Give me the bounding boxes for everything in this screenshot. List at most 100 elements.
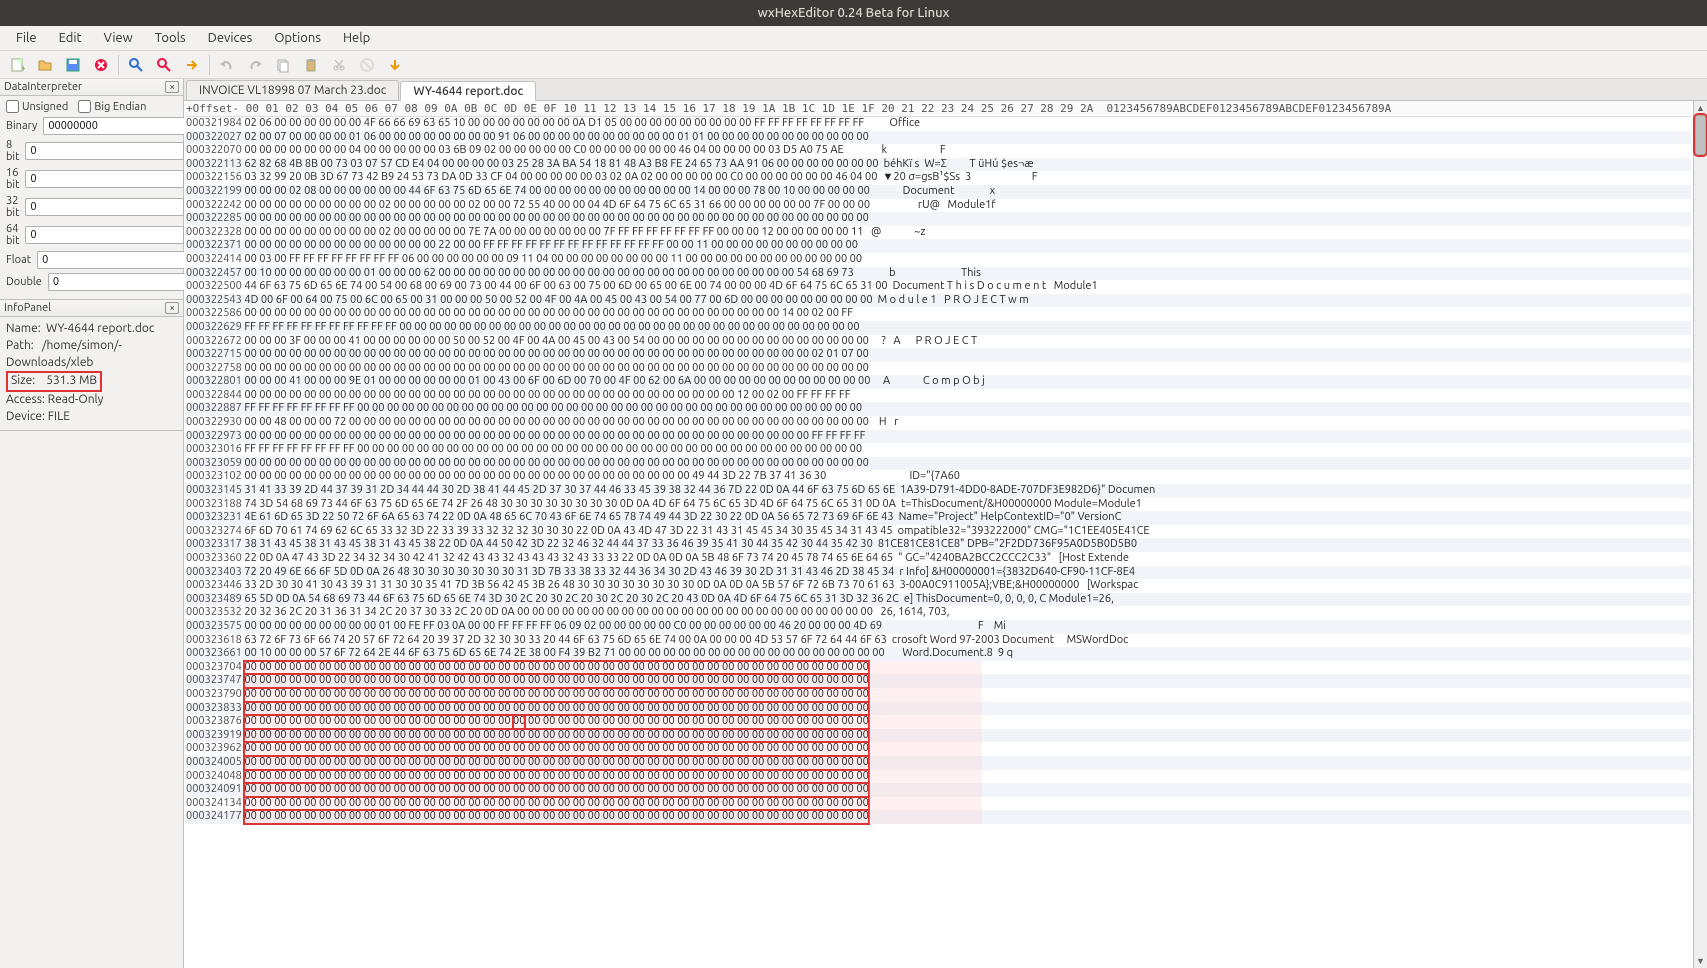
hex-row[interactable]: 000322844 00 00 00 00 00 00 00 00 00 00 … <box>186 389 1691 403</box>
unsigned-checkbox-label[interactable]: Unsigned <box>6 100 68 113</box>
close-file-button[interactable] <box>88 53 114 77</box>
hex-bytes[interactable]: 00 00 00 00 00 00 00 00 00 00 00 00 00 2… <box>244 239 858 253</box>
ascii[interactable] <box>851 389 964 403</box>
hex-bytes[interactable]: 00 00 00 00 00 00 00 00 00 00 00 00 00 0… <box>244 362 868 376</box>
hex-row[interactable]: 000323016 FF FF FF FF FF FF FF FF 00 00 … <box>186 443 1691 457</box>
hex-row[interactable]: 000322758 00 00 00 00 00 00 00 00 00 00 … <box>186 362 1691 376</box>
hex-bytes[interactable]: 00 00 00 00 00 00 00 00 00 00 00 00 00 0… <box>244 307 853 321</box>
hex-bytes[interactable]: 20 32 36 2C 20 31 36 31 34 2C 20 37 30 3… <box>244 606 873 620</box>
hex-row[interactable]: 000323919 00 00 00 00 00 00 00 00 00 00 … <box>186 729 1691 743</box>
ascii[interactable] <box>858 239 971 253</box>
di-input-32bit[interactable] <box>25 198 184 216</box>
hex-bytes[interactable]: 00 00 00 00 00 00 00 00 00 00 00 00 00 0… <box>244 688 868 702</box>
hex-bytes[interactable]: 38 31 43 45 38 31 43 45 38 31 43 45 38 2… <box>244 538 872 552</box>
hex-row[interactable]: 000322629 FF FF FF FF FF FF FF FF FF FF … <box>186 321 1691 335</box>
hex-bytes[interactable]: FF FF FF FF FF FF FF FF 00 00 00 00 00 0… <box>244 402 862 416</box>
hex-row[interactable]: 000322414 00 03 00 FF FF FF FF FF FF FF … <box>186 253 1691 267</box>
cut-button[interactable] <box>326 53 352 77</box>
di-input-8bit[interactable] <box>25 142 184 160</box>
hex-grid[interactable]: 000321984 02 06 00 00 00 00 00 00 4F 66 … <box>186 117 1691 824</box>
ascii[interactable] <box>860 321 973 335</box>
ascii[interactable] <box>869 756 982 770</box>
hex-bytes[interactable]: 31 41 33 39 2D 44 37 39 31 2D 34 44 44 3… <box>244 484 895 498</box>
hex-row[interactable]: 000322887 FF FF FF FF FF FF FF FF 00 00 … <box>186 402 1691 416</box>
ascii[interactable] <box>865 430 978 444</box>
big-endian-checkbox[interactable] <box>78 100 91 113</box>
hex-row[interactable]: 000324177 00 00 00 00 00 00 00 00 00 00 … <box>186 810 1691 824</box>
save-file-button[interactable] <box>60 53 86 77</box>
goto-button[interactable] <box>179 53 205 77</box>
ascii[interactable]: k F <box>844 144 964 158</box>
ascii[interactable]: e] ThisDocument=0, 0, 0, 0, C Module1=26… <box>899 593 1114 607</box>
hex-bytes[interactable]: 00 00 00 00 00 00 00 00 00 02 00 00 00 0… <box>244 199 870 213</box>
vertical-scrollbar[interactable]: ▲ ▼ <box>1693 101 1707 968</box>
menu-options[interactable]: Options <box>264 28 331 48</box>
copy-button[interactable] <box>270 53 296 77</box>
hex-bytes[interactable]: 4D 00 6F 00 64 00 75 00 6C 00 65 00 31 0… <box>244 294 872 308</box>
hex-bytes[interactable]: 62 82 68 4B 8B 00 73 03 07 57 CD E4 04 0… <box>244 158 878 172</box>
hex-bytes[interactable]: 00 00 00 00 00 00 00 00 00 00 00 00 00 0… <box>244 783 868 797</box>
hex-row[interactable]: 000323618 63 72 6F 73 6F 66 74 20 57 6F … <box>186 634 1691 648</box>
hex-row[interactable]: 000323102 00 00 00 00 00 00 00 00 00 00 … <box>186 470 1691 484</box>
menu-file[interactable]: File <box>6 28 47 48</box>
di-input-binary[interactable] <box>43 117 202 135</box>
hex-bytes[interactable]: 00 00 00 00 00 00 00 00 00 00 00 00 00 0… <box>244 470 826 484</box>
menu-edit[interactable]: Edit <box>49 28 92 48</box>
di-input-16bit[interactable] <box>25 170 184 188</box>
hex-row[interactable]: 000322027 02 00 07 00 00 00 00 01 06 00 … <box>186 131 1691 145</box>
hex-bytes[interactable]: FF FF FF FF FF FF FF FF 00 00 00 00 00 0… <box>244 443 862 457</box>
ascii[interactable] <box>862 443 975 457</box>
scroll-thumb[interactable] <box>1695 115 1706 155</box>
hex-bytes[interactable]: 33 2D 30 30 41 30 43 39 31 31 30 30 35 4… <box>244 579 894 593</box>
hex-bytes[interactable]: 00 00 00 00 00 00 00 00 00 00 00 00 00 0… <box>244 729 868 743</box>
hex-bytes[interactable]: 65 5D 0D 0A 54 68 69 73 44 6F 63 75 6D 6… <box>244 593 899 607</box>
ascii[interactable] <box>869 797 982 811</box>
ascii[interactable] <box>869 742 982 756</box>
hex-row[interactable]: 000323833 00 00 00 00 00 00 00 00 00 00 … <box>186 702 1691 716</box>
hex-row[interactable]: 000323661 00 10 00 00 00 57 6F 72 64 2E … <box>186 647 1691 661</box>
ascii[interactable] <box>869 661 982 675</box>
hex-row[interactable]: 000323790 00 00 00 00 00 00 00 00 00 00 … <box>186 688 1691 702</box>
insert-button[interactable] <box>382 53 408 77</box>
hex-row[interactable]: 000322500 44 6F 63 75 6D 65 6E 74 00 54 … <box>186 280 1691 294</box>
hex-bytes[interactable]: 00 00 00 02 08 00 00 00 00 00 00 44 6F 6… <box>244 185 870 199</box>
hex-row[interactable]: 000322672 00 00 00 3F 00 00 00 41 00 00 … <box>186 335 1691 349</box>
unsigned-checkbox[interactable] <box>6 100 19 113</box>
hex-row[interactable]: 000323317 38 31 43 45 38 31 43 45 38 31 … <box>186 538 1691 552</box>
file-tab[interactable]: INVOICE VL18998 07 March 23.doc <box>186 80 399 100</box>
hex-bytes[interactable]: 00 00 00 00 00 00 00 00 00 00 00 00 00 0… <box>244 457 868 471</box>
file-tab[interactable]: WY-4644 report.doc <box>400 81 536 101</box>
hex-bytes[interactable]: 00 00 00 00 00 00 00 00 00 00 00 00 00 0… <box>244 430 865 444</box>
hex-bytes[interactable]: 00 00 00 00 00 00 00 00 00 00 00 00 00 0… <box>244 742 868 756</box>
ascii[interactable] <box>869 212 982 226</box>
hex-bytes[interactable]: 00 00 00 00 00 00 00 00 00 00 00 00 00 0… <box>244 702 868 716</box>
hex-bytes[interactable]: 00 00 00 3F 00 00 00 41 00 00 00 00 00 0… <box>244 335 869 349</box>
di-input-64bit[interactable] <box>25 226 184 244</box>
hex-row[interactable]: 000324005 00 00 00 00 00 00 00 00 00 00 … <box>186 756 1691 770</box>
hex-bytes[interactable]: 44 6F 63 75 6D 65 6E 74 00 54 00 68 00 6… <box>244 280 887 294</box>
ascii[interactable]: H r <box>869 416 989 430</box>
hex-row[interactable]: 000324091 00 00 00 00 00 00 00 00 00 00 … <box>186 783 1691 797</box>
hex-bytes[interactable]: 00 00 00 00 00 00 00 00 00 00 00 00 00 0… <box>244 715 868 729</box>
ascii[interactable]: r Info] &H00000001={3832D640-CF90-11CF-8… <box>894 566 1135 580</box>
hex-row[interactable]: 000322242 00 00 00 00 00 00 00 00 00 02 … <box>186 199 1691 213</box>
paste-button[interactable] <box>298 53 324 77</box>
hex-row[interactable]: 000323403 72 20 49 6E 66 6F 5D 0D 0A 26 … <box>186 566 1691 580</box>
ascii[interactable] <box>869 348 982 362</box>
ascii[interactable]: ▼20 σ=gsB¹$Ss 3 F <box>877 171 1042 185</box>
hex-row[interactable]: 000322328 00 00 00 00 00 00 00 00 00 02 … <box>186 226 1691 240</box>
hex-row[interactable]: 000323059 00 00 00 00 00 00 00 00 00 00 … <box>186 457 1691 471</box>
hex-row[interactable]: 000323876 00 00 00 00 00 00 00 00 00 00 … <box>186 715 1691 729</box>
ascii[interactable]: Name="Project" HelpContextID="0" Version… <box>894 511 1122 525</box>
ascii[interactable] <box>869 715 982 729</box>
hex-row[interactable]: 000323274 6F 6D 70 61 74 69 62 6C 65 33 … <box>186 525 1691 539</box>
ascii[interactable]: Word.Document.8 9 q <box>885 647 1059 661</box>
hex-bytes[interactable]: 00 00 00 00 00 00 00 04 00 00 00 00 00 0… <box>244 144 843 158</box>
ascii[interactable] <box>862 253 975 267</box>
ascii[interactable]: " GC="4240BA2BCC2CCC2C33" [Host Extende <box>893 552 1129 566</box>
hex-row[interactable]: 000322543 4D 00 6F 00 64 00 75 00 6C 00 … <box>186 294 1691 308</box>
ascii[interactable] <box>869 783 982 797</box>
hex-bytes[interactable]: 00 00 00 00 00 00 00 00 00 00 00 00 00 0… <box>244 389 850 403</box>
big-endian-checkbox-label[interactable]: Big Endian <box>78 100 146 113</box>
ascii[interactable]: béhKï s W=Σ T üHú $es¬æ <box>879 158 1062 172</box>
